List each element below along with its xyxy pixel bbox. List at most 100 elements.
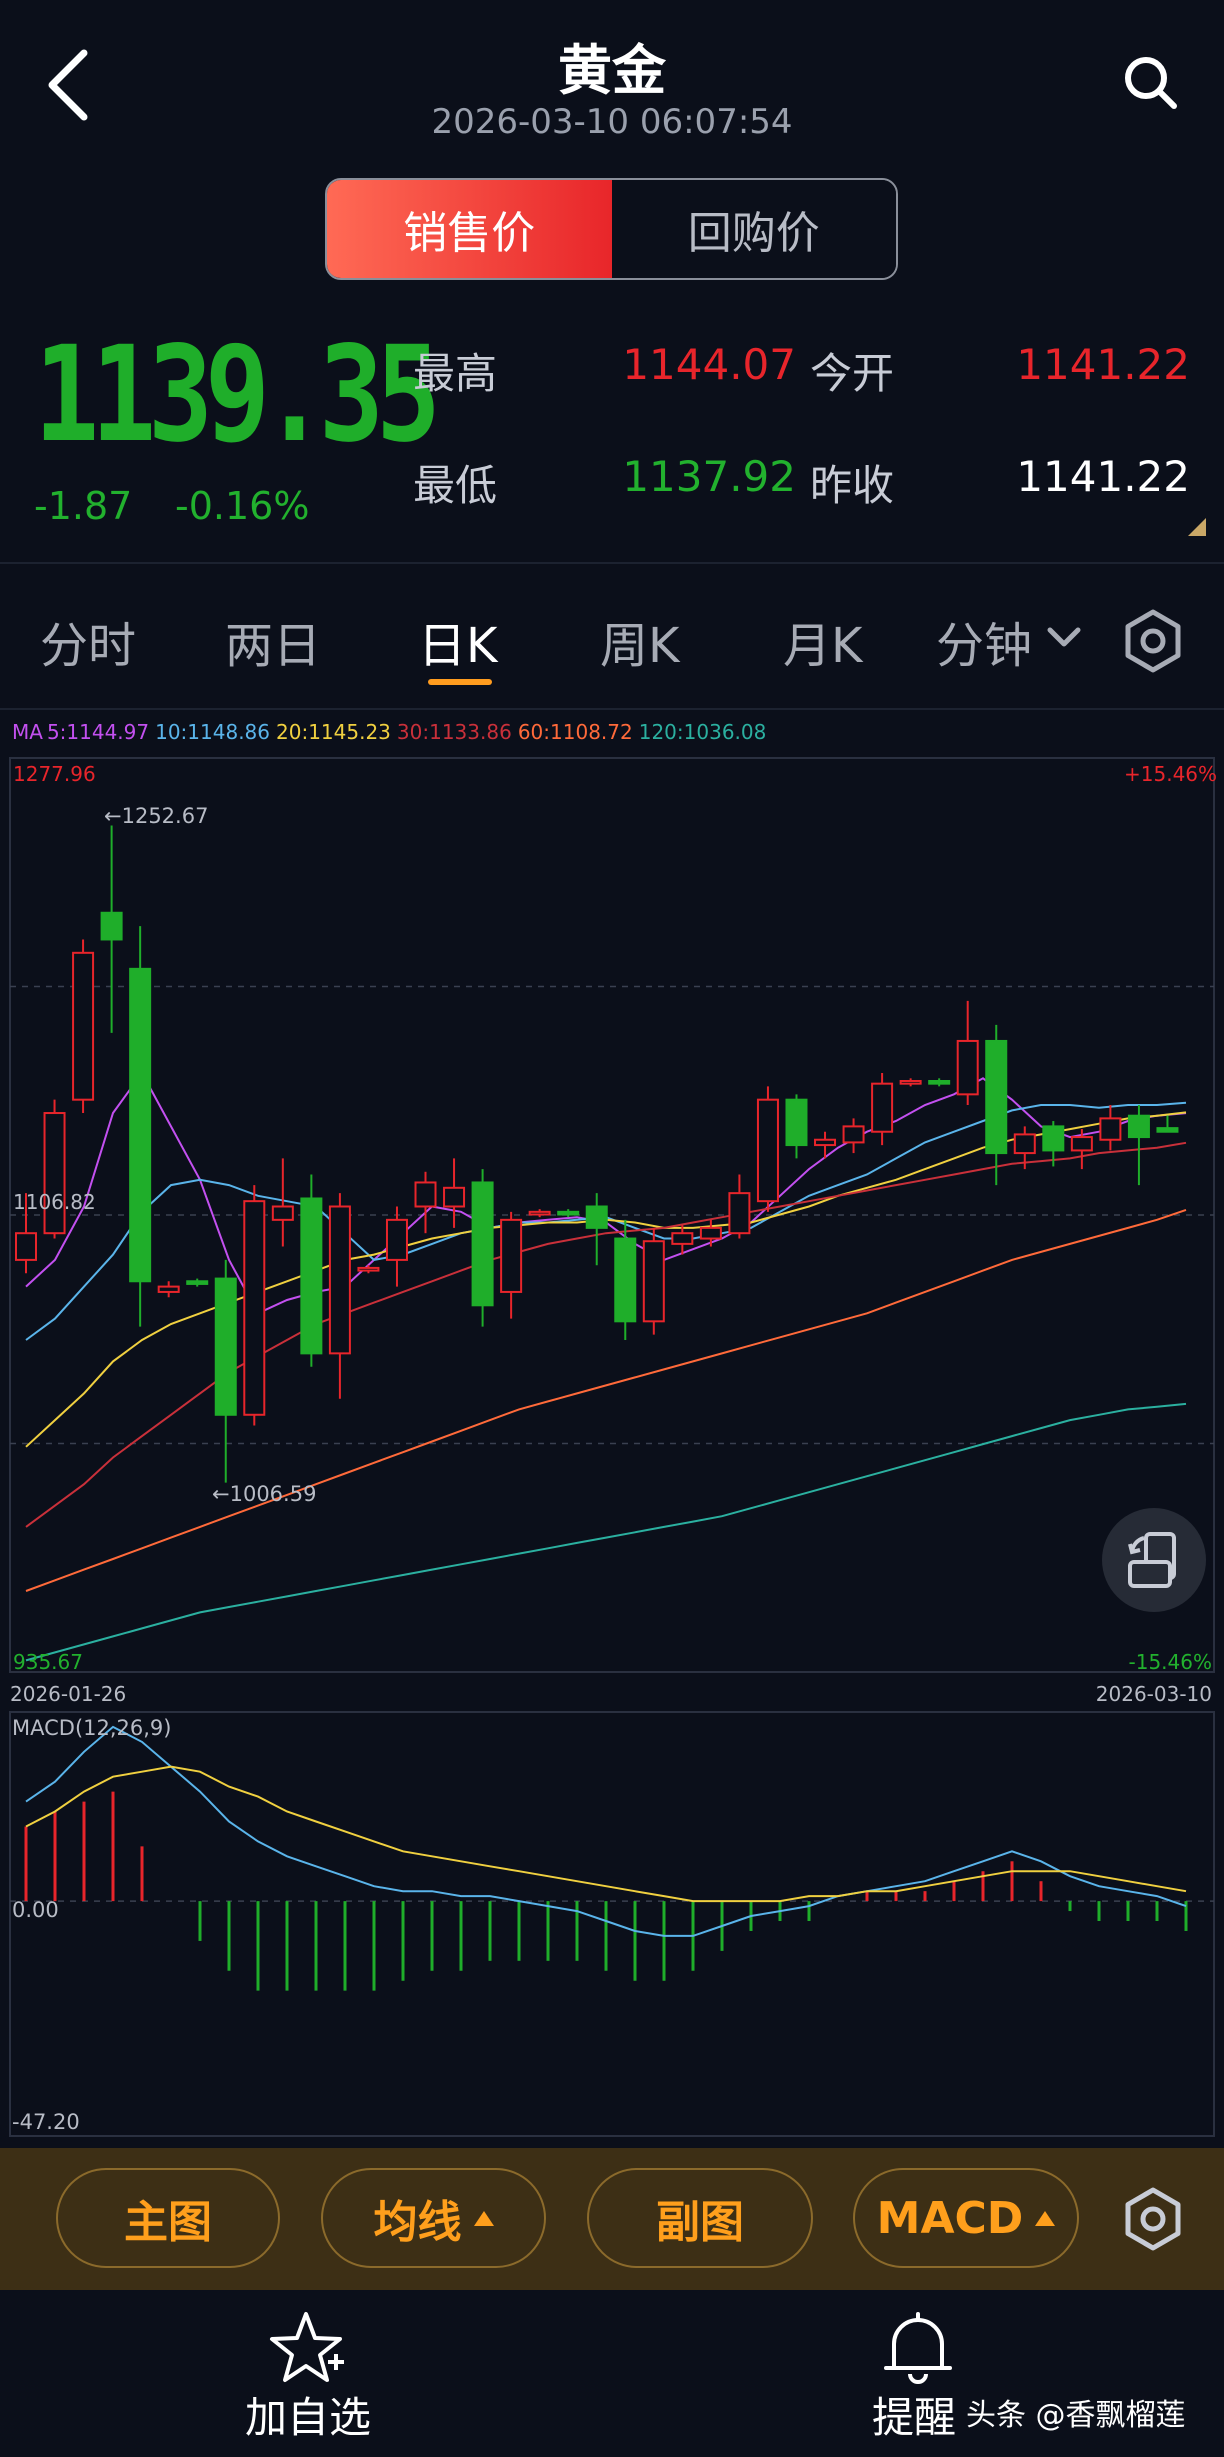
candle-body	[585, 1205, 608, 1229]
ma-line-ma120	[25, 1402, 1187, 1662]
tab-two-day[interactable]: 两日	[225, 606, 321, 676]
macd-title: MACD(12,26,9)	[12, 1716, 172, 1740]
candle	[928, 1078, 951, 1087]
candle-body	[443, 1186, 466, 1208]
candle	[1127, 1105, 1150, 1186]
search-icon[interactable]	[1120, 52, 1180, 112]
candle-body	[43, 1112, 66, 1235]
candle	[471, 1169, 494, 1327]
candle	[956, 1000, 979, 1106]
candle-body	[614, 1237, 637, 1323]
y-axis-min: 935.67	[13, 1650, 83, 1674]
candle	[728, 1174, 751, 1239]
tab-intraday[interactable]: 分时	[40, 606, 136, 676]
sub-chart-label: 副图	[656, 2197, 744, 2248]
candle	[72, 939, 95, 1114]
add-watchlist-label[interactable]: 加自选	[240, 2384, 376, 2445]
candle-body	[357, 1266, 380, 1272]
candle	[785, 1094, 808, 1159]
period-low-annotation: ←1006.59	[212, 1482, 317, 1506]
candle-body	[1042, 1125, 1065, 1152]
candle-body	[985, 1039, 1008, 1155]
candle-body	[72, 951, 95, 1101]
candle-body	[1013, 1133, 1036, 1155]
open-value: 1141.22	[1016, 340, 1190, 389]
candle	[243, 1185, 266, 1426]
candle	[842, 1118, 865, 1154]
candle	[1070, 1129, 1093, 1170]
candle-body	[728, 1192, 751, 1235]
candle	[443, 1158, 466, 1228]
update-time: 2026-03-10 06:07:54	[431, 102, 793, 142]
ma30-legend: 30:1133.86	[396, 720, 512, 744]
tab-minute[interactable]: 分钟	[936, 606, 1032, 676]
rotate-screen-button[interactable]	[1102, 1508, 1206, 1612]
ma-line-ma5	[25, 1071, 1187, 1315]
candle-body	[528, 1210, 551, 1216]
open-label: 今开	[810, 349, 895, 398]
candle-body	[871, 1082, 894, 1133]
candlestick-chart[interactable]	[0, 748, 1224, 1680]
tab-weekly-k[interactable]: 周K	[600, 606, 679, 676]
candle-body	[243, 1200, 266, 1416]
candle-body	[899, 1079, 922, 1085]
candle-body	[1156, 1127, 1179, 1133]
ma-line-ma30	[25, 1141, 1187, 1528]
candle	[585, 1193, 608, 1266]
tab-sell-price[interactable]: 销售价	[327, 180, 612, 278]
sub-chart-button[interactable]: 副图	[587, 2168, 813, 2268]
low-label: 最低	[413, 461, 498, 510]
candle	[157, 1281, 180, 1298]
current-price: 1139.35	[34, 318, 441, 472]
candle-body	[699, 1226, 722, 1240]
main-chart-button[interactable]: 主图	[56, 2168, 280, 2268]
candle-body	[385, 1218, 408, 1261]
chevron-down-icon[interactable]	[1044, 622, 1084, 654]
candle	[699, 1219, 722, 1247]
bell-icon[interactable]	[880, 2308, 956, 2388]
period-high-annotation: ←1252.67	[104, 804, 209, 828]
candle-body	[671, 1232, 694, 1245]
candle-body	[271, 1205, 294, 1221]
candle	[328, 1193, 351, 1399]
candle-body	[756, 1098, 779, 1203]
star-add-icon[interactable]	[268, 2310, 348, 2386]
candle	[871, 1072, 894, 1146]
ma-legend: MA 5:1144.97 10:1148.86 20:1145.23 30:1133.8…	[12, 720, 772, 744]
divider	[0, 562, 1224, 564]
candle-body	[129, 967, 152, 1283]
gear-icon[interactable]	[1120, 608, 1186, 674]
candle-body	[414, 1181, 437, 1208]
ma5-legend: 5:1144.97	[46, 720, 150, 744]
candle	[1156, 1115, 1179, 1133]
macd-chart[interactable]	[0, 1708, 1224, 2140]
candle-body	[300, 1197, 323, 1355]
tab-daily-k[interactable]: 日K	[418, 606, 497, 676]
triangle-up-icon	[1035, 2210, 1056, 2226]
candle-body	[814, 1138, 837, 1147]
macd-button[interactable]: MACD	[853, 2168, 1079, 2268]
triangle-up-icon	[473, 2210, 494, 2226]
ma10-legend: 10:1148.86	[155, 720, 271, 744]
high-label: 最高	[413, 349, 498, 398]
candle	[814, 1131, 837, 1159]
candle	[756, 1086, 779, 1212]
alert-label[interactable]: 提醒	[872, 2384, 956, 2445]
candle-body	[1127, 1114, 1150, 1139]
high-value: 1144.07	[622, 340, 796, 389]
price-change: -1.87	[34, 484, 133, 528]
candle	[300, 1174, 323, 1367]
gear-icon[interactable]	[1120, 2186, 1186, 2252]
candle	[1099, 1105, 1122, 1151]
macd-min-label: -47.20	[12, 2110, 80, 2134]
y-axis-mid: 1106.82	[13, 1190, 96, 1214]
ma60-legend: 60:1108.72	[517, 720, 633, 744]
expand-corner-icon[interactable]	[1188, 518, 1206, 536]
tab-monthly-k[interactable]: 月K	[783, 606, 862, 676]
candle-body	[471, 1181, 494, 1307]
ma-line-ma60	[25, 1208, 1187, 1592]
candle-body	[1070, 1136, 1093, 1152]
tab-buyback-price[interactable]: 回购价	[611, 180, 896, 278]
ma-label: 均线	[373, 2197, 462, 2248]
ma-button[interactable]: 均线	[321, 2168, 546, 2268]
